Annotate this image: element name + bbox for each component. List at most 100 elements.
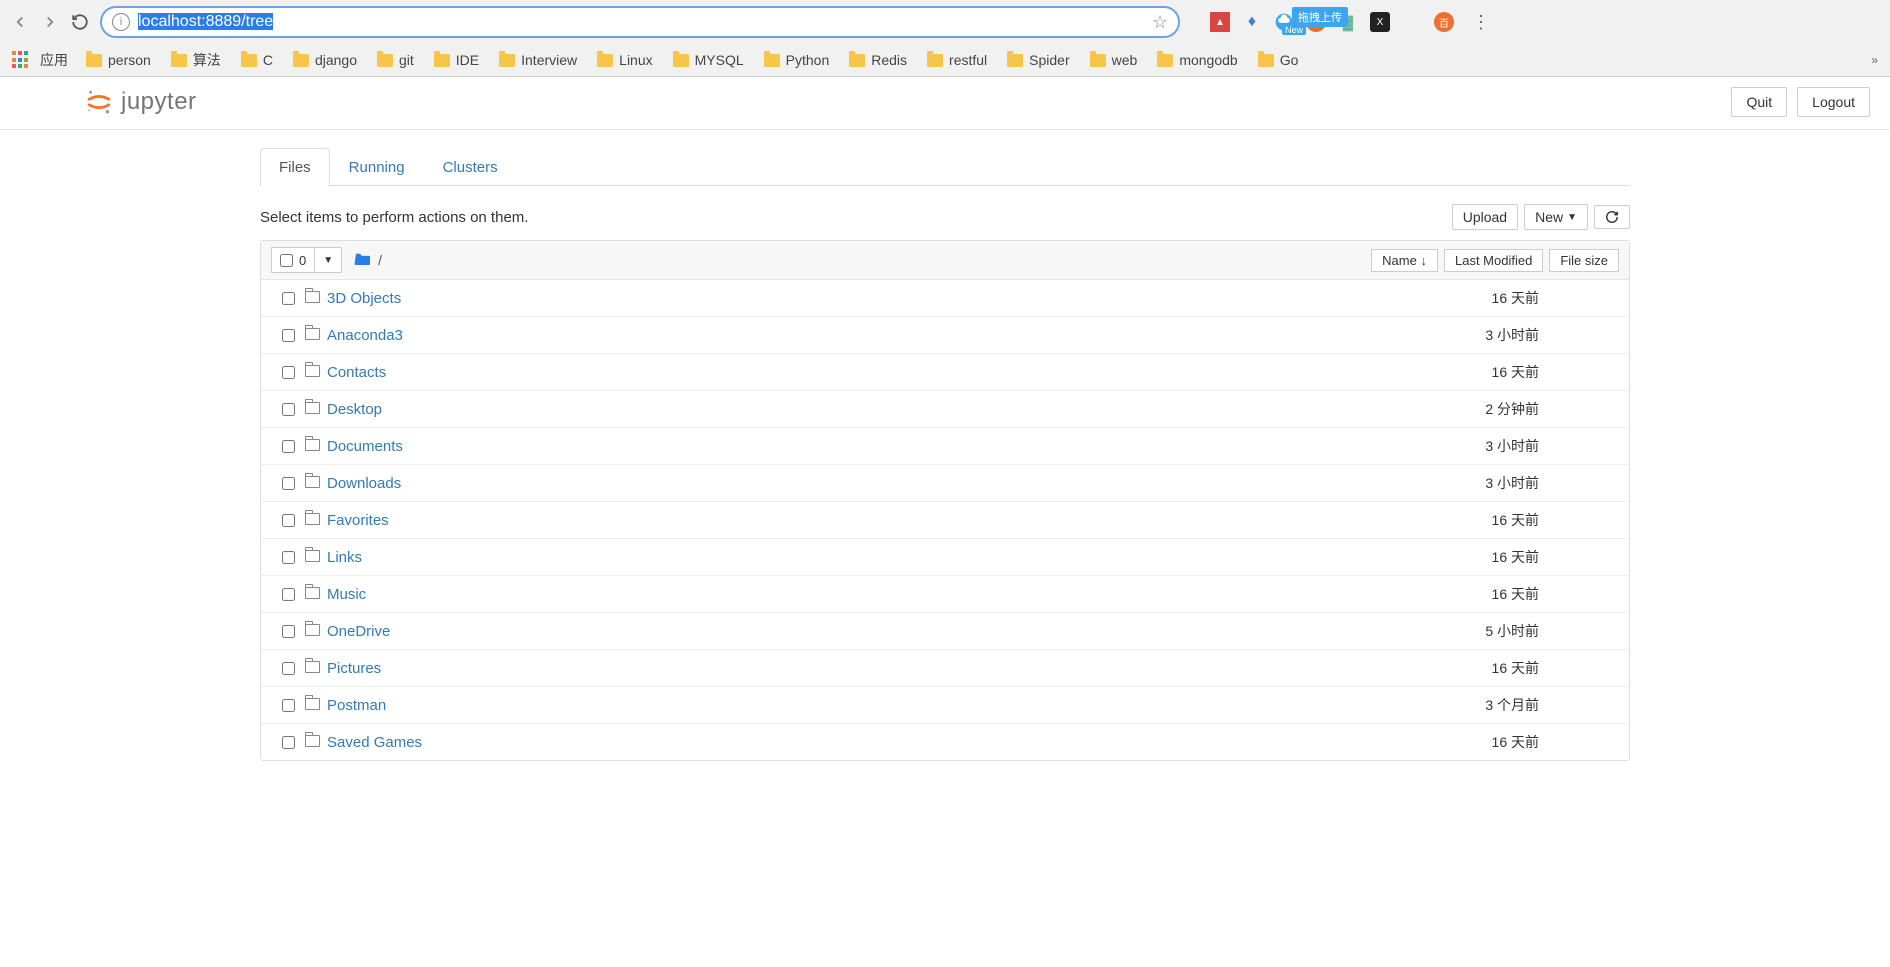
- apps-button[interactable]: 应用: [12, 50, 68, 70]
- folder-icon: [434, 54, 450, 67]
- bookmark-folder[interactable]: Spider: [1007, 50, 1069, 70]
- row-checkbox[interactable]: [282, 477, 295, 490]
- breadcrumb-root[interactable]: /: [378, 252, 382, 268]
- folder-link[interactable]: Favorites: [327, 512, 389, 529]
- back-button[interactable]: [10, 12, 30, 32]
- bookmark-folder[interactable]: IDE: [434, 50, 479, 70]
- bookmark-label: MYSQL: [695, 52, 744, 68]
- row-checkbox[interactable]: [282, 699, 295, 712]
- row-checkbox-wrap: [271, 403, 305, 416]
- folder-icon: [305, 660, 327, 676]
- folder-icon: [241, 54, 257, 67]
- breadcrumb-folder-icon[interactable]: [354, 251, 372, 270]
- tab-files[interactable]: Files: [260, 148, 330, 186]
- folder-icon: [305, 327, 327, 343]
- row-checkbox[interactable]: [282, 329, 295, 342]
- sort-name-button[interactable]: Name ↓: [1371, 249, 1438, 272]
- extension-icon-baidu-cloud[interactable]: 拖拽上传 New: [1274, 12, 1294, 32]
- row-modified: 16 天前: [1359, 288, 1539, 308]
- file-row: Postman3 个月前: [261, 687, 1629, 724]
- folder-icon: [305, 475, 327, 491]
- extension-icon-5[interactable]: X: [1370, 12, 1390, 32]
- row-checkbox[interactable]: [282, 551, 295, 564]
- jupyter-logo[interactable]: jupyter: [85, 88, 197, 116]
- folder-icon: [305, 697, 327, 713]
- row-modified: 3 小时前: [1359, 473, 1539, 493]
- new-button[interactable]: New▼: [1524, 204, 1588, 230]
- bookmark-folder[interactable]: C: [241, 50, 273, 70]
- bookmark-label: django: [315, 52, 357, 68]
- bookmark-folder[interactable]: MYSQL: [673, 50, 744, 70]
- select-all-checkbox[interactable]: [280, 254, 293, 267]
- row-checkbox-wrap: [271, 514, 305, 527]
- tab-clusters[interactable]: Clusters: [424, 148, 517, 186]
- bookmark-folder[interactable]: web: [1090, 50, 1138, 70]
- bookmark-folder[interactable]: Go: [1258, 50, 1299, 70]
- forward-button[interactable]: [40, 12, 60, 32]
- bookmark-folder[interactable]: 算法: [171, 50, 221, 70]
- extension-icon-1[interactable]: ▲: [1210, 12, 1230, 32]
- folder-icon: [171, 54, 187, 67]
- row-checkbox[interactable]: [282, 403, 295, 416]
- file-row: Links16 天前: [261, 539, 1629, 576]
- browser-menu-button[interactable]: ⋮: [1472, 12, 1490, 33]
- folder-link[interactable]: OneDrive: [327, 623, 390, 640]
- bookmark-folder[interactable]: Redis: [849, 50, 907, 70]
- row-modified: 16 天前: [1359, 362, 1539, 382]
- address-bar[interactable]: i localhost:8889/tree ☆: [100, 6, 1180, 38]
- row-checkbox[interactable]: [282, 736, 295, 749]
- extension-icon-6[interactable]: [1402, 12, 1422, 32]
- row-checkbox[interactable]: [282, 292, 295, 305]
- bookmark-folder[interactable]: Interview: [499, 50, 577, 70]
- folder-link[interactable]: Documents: [327, 438, 403, 455]
- folder-link[interactable]: Saved Games: [327, 734, 422, 751]
- bookmark-folder[interactable]: mongodb: [1157, 50, 1237, 70]
- folder-icon: [1258, 54, 1274, 67]
- bookmark-star-icon[interactable]: ☆: [1152, 12, 1168, 33]
- folder-link[interactable]: Postman: [327, 697, 386, 714]
- select-all-button[interactable]: 0: [271, 247, 315, 273]
- main-content: Files Running Clusters Select items to p…: [245, 148, 1645, 761]
- sort-modified-button[interactable]: Last Modified: [1444, 249, 1543, 272]
- folder-icon: [305, 586, 327, 602]
- sort-size-button[interactable]: File size: [1549, 249, 1619, 272]
- tab-running[interactable]: Running: [330, 148, 424, 186]
- folder-link[interactable]: Anaconda3: [327, 327, 403, 344]
- row-checkbox[interactable]: [282, 514, 295, 527]
- quit-button[interactable]: Quit: [1731, 87, 1787, 117]
- folder-link[interactable]: Downloads: [327, 475, 401, 492]
- bookmark-folder[interactable]: Python: [764, 50, 830, 70]
- folder-link[interactable]: Music: [327, 586, 366, 603]
- file-row: Anaconda33 小时前: [261, 317, 1629, 354]
- folder-link[interactable]: Links: [327, 549, 362, 566]
- row-checkbox[interactable]: [282, 662, 295, 675]
- bookmark-folder[interactable]: restful: [927, 50, 987, 70]
- folder-link[interactable]: Desktop: [327, 401, 382, 418]
- bookmark-folder[interactable]: person: [86, 50, 151, 70]
- row-checkbox[interactable]: [282, 440, 295, 453]
- extension-icon-2[interactable]: ♦: [1242, 12, 1262, 32]
- row-checkbox[interactable]: [282, 625, 295, 638]
- bookmark-folder[interactable]: Linux: [597, 50, 652, 70]
- bookmark-folder[interactable]: git: [377, 50, 414, 70]
- extension-icon-baidu[interactable]: 百: [1434, 12, 1454, 32]
- refresh-button[interactable]: [1594, 205, 1630, 229]
- logout-button[interactable]: Logout: [1797, 87, 1870, 117]
- bookmark-folder[interactable]: django: [293, 50, 357, 70]
- file-row: Documents3 小时前: [261, 428, 1629, 465]
- folder-link[interactable]: 3D Objects: [327, 290, 401, 307]
- folder-link[interactable]: Pictures: [327, 660, 381, 677]
- folder-icon: [377, 54, 393, 67]
- folder-icon: [764, 54, 780, 67]
- select-dropdown-button[interactable]: ▼: [315, 247, 342, 273]
- folder-link[interactable]: Contacts: [327, 364, 386, 381]
- row-checkbox[interactable]: [282, 588, 295, 601]
- bookmarks-overflow[interactable]: »: [1871, 53, 1878, 67]
- row-checkbox[interactable]: [282, 366, 295, 379]
- folder-icon: [305, 549, 327, 565]
- upload-button[interactable]: Upload: [1452, 204, 1518, 230]
- apps-label: 应用: [40, 50, 68, 70]
- reload-button[interactable]: [70, 12, 90, 32]
- file-row: Music16 天前: [261, 576, 1629, 613]
- site-info-icon[interactable]: i: [112, 13, 130, 31]
